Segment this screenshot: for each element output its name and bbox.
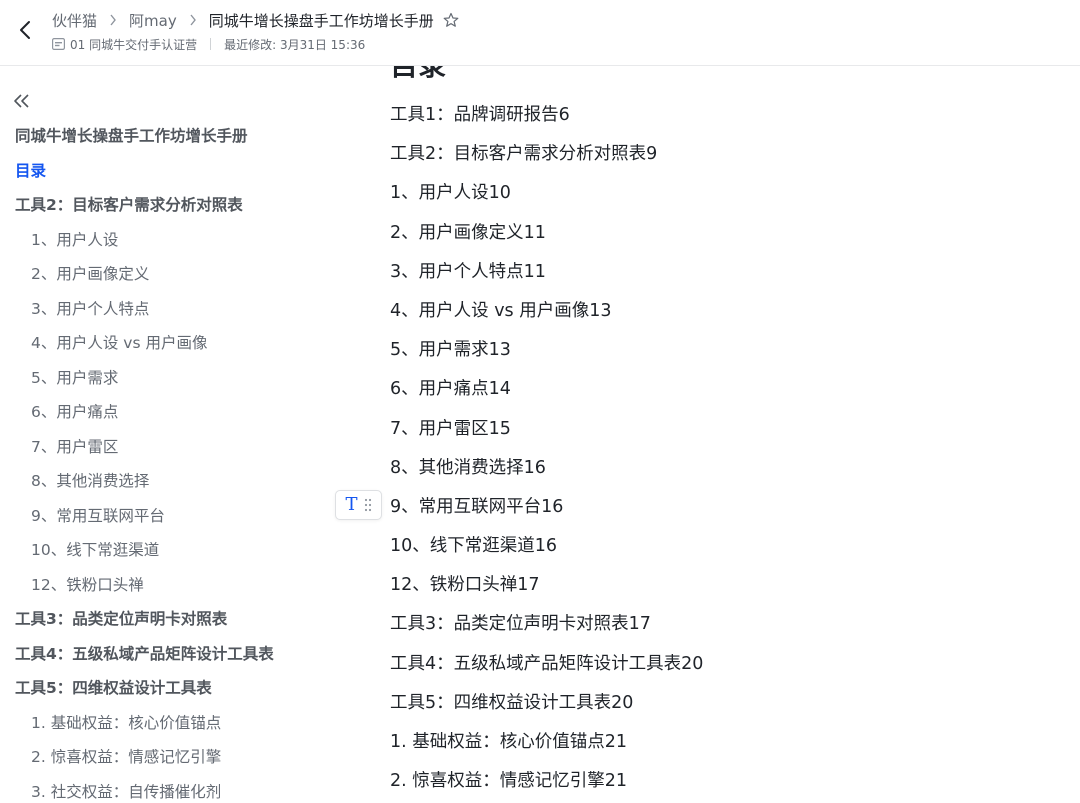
toc-line: 工具5：四维权益设计工具表20 — [390, 692, 634, 713]
sidebar-toc-item[interactable]: 同城牛增长操盘手工作坊增长手册 — [0, 119, 340, 154]
toc-line: 9、常用互联网平台16 — [390, 496, 564, 517]
chevron-right-icon — [109, 14, 117, 26]
toc-line: 4、用户人设 vs 用户画像13 — [390, 300, 612, 321]
sidebar-toc-item[interactable]: 2. 惊喜权益：情感记忆引擎 — [0, 740, 340, 775]
breadcrumb: 伙伴猫 阿may 同城牛增长操盘手工作坊增长手册 — [52, 9, 459, 31]
chevron-right-icon — [189, 14, 197, 26]
collapse-sidebar-button[interactable] — [12, 92, 34, 110]
toc-line: 6、用户痛点14 — [390, 379, 511, 400]
back-button[interactable] — [14, 18, 36, 42]
toc-line: 工具2：目标客户需求分析对照表9 — [390, 144, 658, 165]
breadcrumb-item-workspace[interactable]: 伙伴猫 — [52, 10, 97, 31]
sidebar-toc-item[interactable]: 8、其他消费选择 — [0, 464, 340, 499]
star-icon[interactable] — [443, 12, 459, 28]
toc-line: 10、线下常逛渠道16 — [390, 536, 558, 557]
toc-body: 工具1：品牌调研报告6 工具2：目标客户需求分析对照表9 1、用户人设10 2、用户画… — [390, 96, 1080, 801]
toc-line: 3、用户个人特点11 — [390, 261, 546, 282]
folder-icon — [52, 38, 65, 50]
collapse-double-chevron-icon — [14, 94, 29, 108]
toc-line: 5、用户需求13 — [390, 340, 511, 361]
sidebar-toc-item[interactable]: 4、用户人设 vs 用户画像 — [0, 326, 340, 361]
sidebar-toc-item[interactable]: 工具3：品类定位声明卡对照表 — [0, 602, 340, 637]
sidebar-toc-item[interactable]: 3. 社交权益：自传播催化剂 — [0, 775, 340, 803]
toc-line: 工具3：品类定位声明卡对照表17 — [390, 614, 651, 635]
back-arrow-icon — [20, 21, 30, 39]
toc-list: 同城牛增长操盘手工作坊增长手册 目录 工具2：目标客户需求分析对照表 1、用户人设 2、… — [0, 119, 340, 803]
meta-divider — [210, 38, 212, 50]
sidebar-toc-item[interactable]: 5、用户需求 — [0, 361, 340, 396]
sidebar-toc-item[interactable]: 2、用户画像定义 — [0, 257, 340, 292]
sidebar-toc-item[interactable]: 工具5：四维权益设计工具表 — [0, 671, 340, 706]
toc-line: 2. 惊喜权益：情感记忆引擎21 — [390, 771, 628, 792]
doc-header: 伙伴猫 阿may 同城牛增长操盘手工作坊增长手册 01 同城牛交付手认证营 最近… — [0, 0, 1080, 66]
toc-line: 1、用户人设10 — [390, 183, 511, 204]
sidebar-toc-item[interactable]: 工具2：目标客户需求分析对照表 — [0, 188, 340, 223]
sidebar-toc-item[interactable]: 10、线下常逛渠道 — [0, 533, 340, 568]
doc-heading: 目录 — [390, 66, 446, 84]
sidebar-toc-item[interactable]: 1、用户人设 — [0, 223, 340, 258]
sidebar-toc-item[interactable]: 9、常用互联网平台 — [0, 499, 340, 534]
doc-meta: 01 同城牛交付手认证营 最近修改: 3月31日 15:36 — [52, 35, 365, 53]
breadcrumb-item-folder[interactable]: 阿may — [129, 10, 177, 31]
sidebar-toc-item[interactable]: 7、用户雷区 — [0, 430, 340, 465]
toc-line: 1. 基础权益：核心价值锚点21 — [390, 732, 628, 752]
toc-line: 工具4：五级私域产品矩阵设计工具表20 — [390, 653, 704, 674]
toc-sidebar: 同城牛增长操盘手工作坊增长手册 目录 工具2：目标客户需求分析对照表 1、用户人设 2、… — [0, 66, 340, 803]
sidebar-toc-item[interactable]: 工具4：五级私域产品矩阵设计工具表 — [0, 637, 340, 672]
document-title: 同城牛增长操盘手工作坊增长手册 — [208, 11, 434, 30]
block-toolbar: T — [335, 490, 382, 520]
toc-line: 工具1：品牌调研报告6 — [390, 105, 570, 125]
sidebar-toc-item[interactable]: 目录 — [0, 154, 340, 189]
toc-line: 12、铁粉口头禅17 — [390, 575, 540, 596]
sidebar-toc-item[interactable]: 12、铁粉口头禅 — [0, 568, 340, 603]
sidebar-toc-item[interactable]: 6、用户痛点 — [0, 395, 340, 430]
doc-content: 目录 工具1：品牌调研报告6 工具2：目标客户需求分析对照表9 1、用户人设10 2、… — [390, 66, 1080, 803]
toc-line: 8、其他消费选择16 — [390, 457, 546, 478]
drag-handle-icon[interactable] — [364, 498, 372, 512]
last-modified: 最近修改: 3月31日 15:36 — [224, 37, 366, 52]
toc-line: 7、用户雷区15 — [390, 418, 511, 439]
text-format-icon[interactable]: T — [345, 496, 357, 514]
folder-link[interactable]: 01 同城牛交付手认证营 — [70, 36, 197, 53]
sidebar-toc-item[interactable]: 1. 基础权益：核心价值锚点 — [0, 706, 340, 741]
sidebar-toc-item[interactable]: 3、用户个人特点 — [0, 292, 340, 327]
toc-line: 2、用户画像定义11 — [390, 222, 546, 243]
